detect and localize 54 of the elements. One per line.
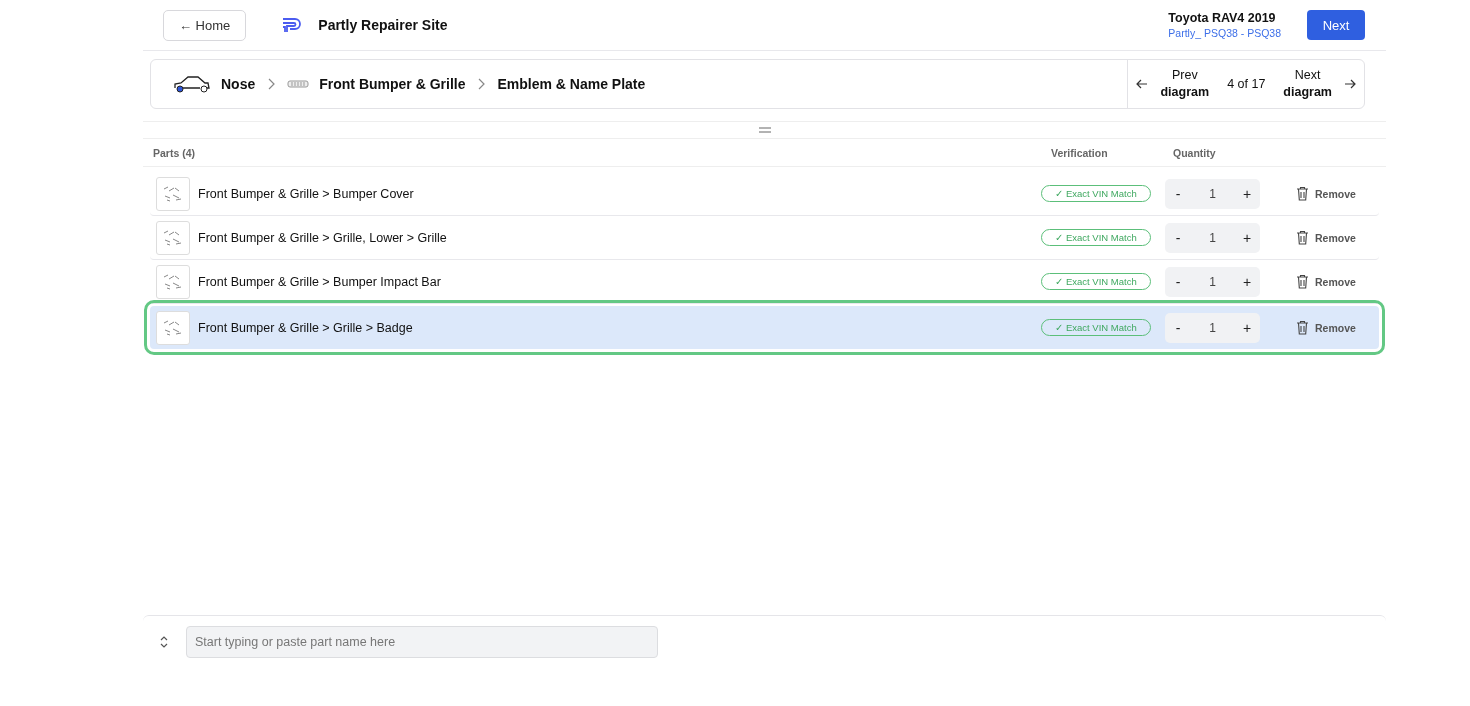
part-name: Front Bumper & Grille > Grille > Badge (198, 320, 414, 335)
part-thumbnail (156, 310, 190, 345)
trash-icon (1296, 230, 1309, 245)
car-icon (173, 74, 211, 94)
prev-diagram-button[interactable]: Prev diagram (1156, 67, 1214, 101)
increase-button[interactable]: + (1234, 318, 1260, 337)
part-row[interactable]: Front Bumper & Grille > Grille, Lower > Grille ✓ Exact VIN Match - 1 + Remove (150, 216, 1379, 260)
increase-button[interactable]: + (1234, 228, 1260, 247)
bumper-icon (287, 79, 310, 89)
arrow-right-icon[interactable] (1344, 79, 1356, 89)
part-thumbnail (156, 264, 190, 299)
decrease-button[interactable]: - (1165, 184, 1191, 203)
quantity-value: 1 (1209, 230, 1216, 245)
chevron-right-icon (477, 78, 486, 90)
decrease-button[interactable]: - (1165, 318, 1191, 337)
part-row[interactable]: Front Bumper & Grille > Bumper Cover ✓ Exact VIN Match - 1 + Remove (150, 172, 1379, 216)
increase-button[interactable]: + (1234, 184, 1260, 203)
column-header: Parts (4) (153, 146, 196, 159)
logo-icon (282, 17, 303, 33)
quantity-value: 1 (1209, 320, 1216, 335)
vehicle-name: Toyota RAV4 2019 (1168, 11, 1277, 25)
part-name: Front Bumper & Grille > Grille, Lower > Grille (198, 230, 448, 245)
chevron-right-icon (267, 78, 276, 90)
site-title: Partly Repairer Site (318, 17, 448, 33)
trash-icon (1296, 320, 1309, 335)
quantity-value: 1 (1209, 274, 1216, 289)
column-header: Quantity (1173, 146, 1216, 159)
trash-icon (1296, 186, 1309, 201)
trash-icon (1296, 274, 1309, 289)
part-thumbnail (156, 220, 190, 255)
part-thumbnail (156, 176, 190, 211)
breadcrumb-item[interactable]: Nose (221, 76, 256, 92)
decrease-button[interactable]: - (1165, 228, 1191, 247)
breadcrumb-item[interactable]: Front Bumper & Grille (319, 76, 466, 92)
next-diagram-button[interactable]: Next diagram (1279, 67, 1336, 101)
part-name: Front Bumper & Grille > Bumper Cover (198, 186, 415, 201)
column-header: Verification (1051, 146, 1109, 159)
breadcrumb-item[interactable]: Emblem & Name Plate (497, 76, 646, 92)
remove-button[interactable]: Remove (1290, 185, 1362, 202)
remove-button[interactable]: Remove (1290, 319, 1362, 336)
decrease-button[interactable]: - (1165, 272, 1191, 291)
part-search-field[interactable]: Start typing or paste part name here (186, 626, 658, 658)
remove-button[interactable]: Remove (1290, 229, 1362, 246)
quantity-value: 1 (1209, 186, 1216, 201)
expand-collapse-icon[interactable] (160, 636, 168, 648)
home-button[interactable]: ← Home (163, 9, 247, 41)
remove-button[interactable]: Remove (1290, 273, 1362, 290)
arrow-left-icon[interactable] (1136, 79, 1149, 89)
diagram-position: 4 of 17 (1227, 77, 1266, 91)
drag-handle-icon[interactable] (758, 127, 771, 133)
vehicle-code-link[interactable]: Partly_ PSQ38 - PSQ38 (1168, 27, 1281, 39)
increase-button[interactable]: + (1234, 272, 1260, 291)
part-name: Front Bumper & Grille > Bumper Impact Bar (198, 274, 442, 289)
next-button[interactable]: Next (1307, 10, 1365, 40)
